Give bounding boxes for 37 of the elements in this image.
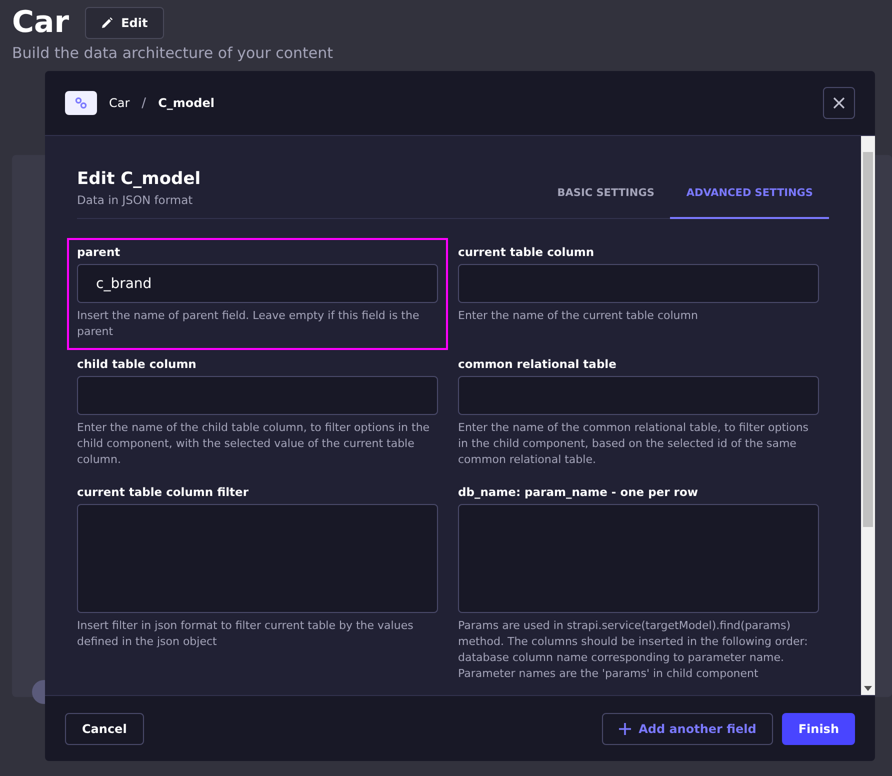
scrollbar[interactable]: [861, 136, 875, 695]
text-field[interactable]: c_brand: [77, 264, 438, 303]
plus-icon: [618, 722, 631, 734]
text-area[interactable]: [458, 504, 819, 613]
dialog-title: Edit C_model: [77, 169, 201, 189]
finish-button[interactable]: Finish: [782, 712, 855, 744]
dialog-subtitle: Data in JSON format: [77, 193, 194, 207]
text-field[interactable]: [458, 264, 819, 303]
settings-tab[interactable]: ADVANCED SETTINGS: [670, 169, 829, 219]
field-label: child table column: [77, 357, 198, 371]
edit-button[interactable]: Edit: [85, 7, 164, 39]
field-hint: Insert the name of parent field. Leave empty if this field is the parent: [77, 308, 420, 340]
field-hint: Enter the name of the current table column: [458, 308, 699, 324]
text-area[interactable]: [77, 504, 438, 613]
breadcrumb-item[interactable]: Car: [109, 96, 130, 110]
page-title: Car: [12, 6, 70, 40]
field-label: parent: [77, 245, 122, 259]
close-icon: [833, 97, 845, 109]
field-hint: Insert filter in json format to filter current table by the values defined in the json object: [77, 618, 414, 650]
field-label: db_name: param_name - one per row: [458, 485, 700, 499]
field-hint: Enter the name of the common relational table, to filter options in the child component, based on the selected id of the same common relational table.: [458, 420, 810, 468]
field-label: common relational table: [458, 357, 618, 371]
page-subtitle: Build the data architecture of your content: [11, 43, 334, 62]
add-field-button[interactable]: Add another field: [602, 712, 774, 744]
settings-tab[interactable]: BASIC SETTINGS: [541, 169, 670, 219]
close-button[interactable]: [823, 87, 855, 119]
pencil-icon: [101, 17, 114, 29]
field-label: current table column filter: [77, 485, 250, 499]
breadcrumb-item: C_model: [158, 96, 214, 110]
field-hint: Enter the name of the child table column, to filter options in the child component, with the selected value of the current table column.: [77, 420, 431, 468]
field-hint: Params are used in strapi.service(targetModel).find(params) method. The columns should be inserted in the following order: database column name corresponding to parameter name. Parameter names are the 'params' in child component: [458, 618, 809, 682]
breadcrumb-separator: /: [142, 96, 146, 110]
field-label: current table column: [458, 245, 596, 259]
link-icon: [65, 91, 97, 115]
cancel-button[interactable]: Cancel: [65, 712, 144, 744]
text-field[interactable]: [77, 376, 438, 415]
text-field[interactable]: [458, 376, 819, 415]
